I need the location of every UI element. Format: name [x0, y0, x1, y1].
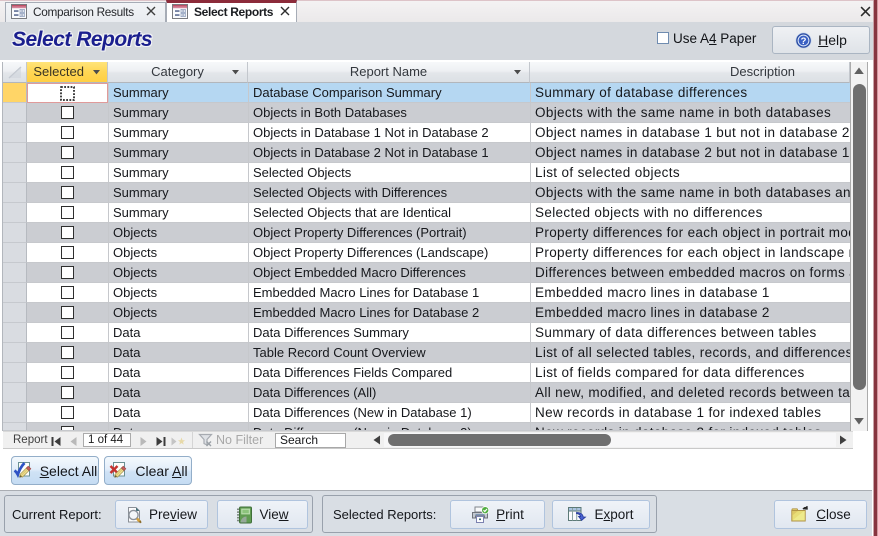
svg-text:?: ?	[801, 36, 807, 47]
